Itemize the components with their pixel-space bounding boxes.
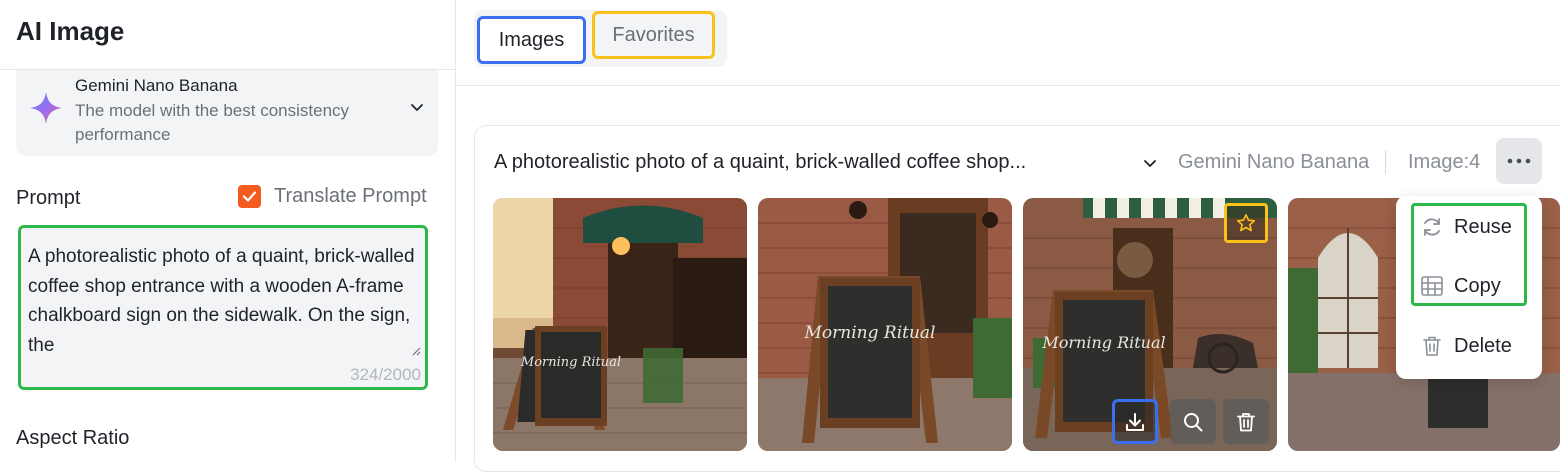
prompt-char-count: 324/2000 [350, 365, 421, 384]
star-icon [1236, 214, 1256, 232]
prompt-label: Prompt [16, 187, 81, 209]
menu-label: Reuse [1454, 215, 1512, 238]
trash-icon [1237, 412, 1255, 431]
favorite-button[interactable] [1224, 203, 1268, 243]
generation-model: Gemini Nano Banana [1178, 151, 1370, 173]
divider [1385, 150, 1386, 174]
tab-favorites[interactable]: Favorites [592, 11, 715, 59]
tab-images[interactable]: Images [477, 16, 586, 64]
sign-text: Morning Ritual [520, 355, 621, 370]
header-divider [455, 85, 1561, 86]
sparkle-icon [30, 92, 62, 124]
resize-handle-icon[interactable] [411, 346, 421, 356]
sign-text: Morning Ritual [1041, 333, 1165, 352]
copy-icon [1421, 276, 1443, 296]
generated-image-3[interactable]: Morning Ritual [1023, 198, 1277, 451]
more-icon [1507, 158, 1531, 164]
app-title: AI Image [16, 16, 125, 46]
generation-prompt-title: A photorealistic photo of a quaint, bric… [494, 151, 1027, 173]
download-icon [1126, 412, 1144, 431]
translate-label: Translate Prompt [274, 185, 427, 207]
refresh-icon [1424, 218, 1440, 236]
prompt-textarea[interactable]: A photorealistic photo of a quaint, bric… [18, 225, 428, 390]
download-button[interactable] [1112, 399, 1158, 444]
zoom-button[interactable] [1170, 399, 1216, 444]
image-count: Image:4 [1408, 151, 1481, 173]
menu-label: Delete [1454, 334, 1512, 357]
translate-checkbox[interactable] [238, 185, 261, 208]
model-selector[interactable]: Gemini Nano Banana The model with the be… [16, 70, 438, 156]
aspect-ratio-label: Aspect Ratio [16, 427, 130, 449]
menu-item-copy[interactable]: Copy [1420, 274, 1501, 298]
trash-icon [1423, 336, 1441, 356]
menu-item-delete[interactable]: Delete [1420, 334, 1512, 358]
more-options-button[interactable] [1496, 138, 1542, 184]
chevron-down-icon [411, 104, 423, 111]
sign-text: Morning Ritual [804, 323, 936, 343]
model-name: Gemini Nano Banana [75, 76, 238, 95]
generated-image-2[interactable]: Morning Ritual [758, 198, 1012, 451]
more-options-menu: Reuse Copy Delete [1396, 196, 1542, 379]
model-description: The model with the best consistency perf… [75, 101, 350, 144]
left-panel: AI Image Gemini Nano Banana The model wi… [0, 0, 456, 462]
check-icon [242, 191, 257, 202]
view-tabs: Images Favorites [474, 10, 727, 67]
delete-image-button[interactable] [1223, 399, 1269, 444]
menu-label: Copy [1454, 274, 1501, 297]
prompt-text[interactable]: A photorealistic photo of a quaint, bric… [28, 242, 420, 360]
chevron-down-icon[interactable] [1142, 155, 1158, 171]
menu-item-reuse[interactable]: Reuse [1420, 215, 1512, 239]
translate-prompt-toggle[interactable]: Translate Prompt [238, 185, 427, 208]
generated-image-1[interactable]: Morning Ritual [493, 198, 747, 451]
search-icon [1184, 412, 1203, 431]
